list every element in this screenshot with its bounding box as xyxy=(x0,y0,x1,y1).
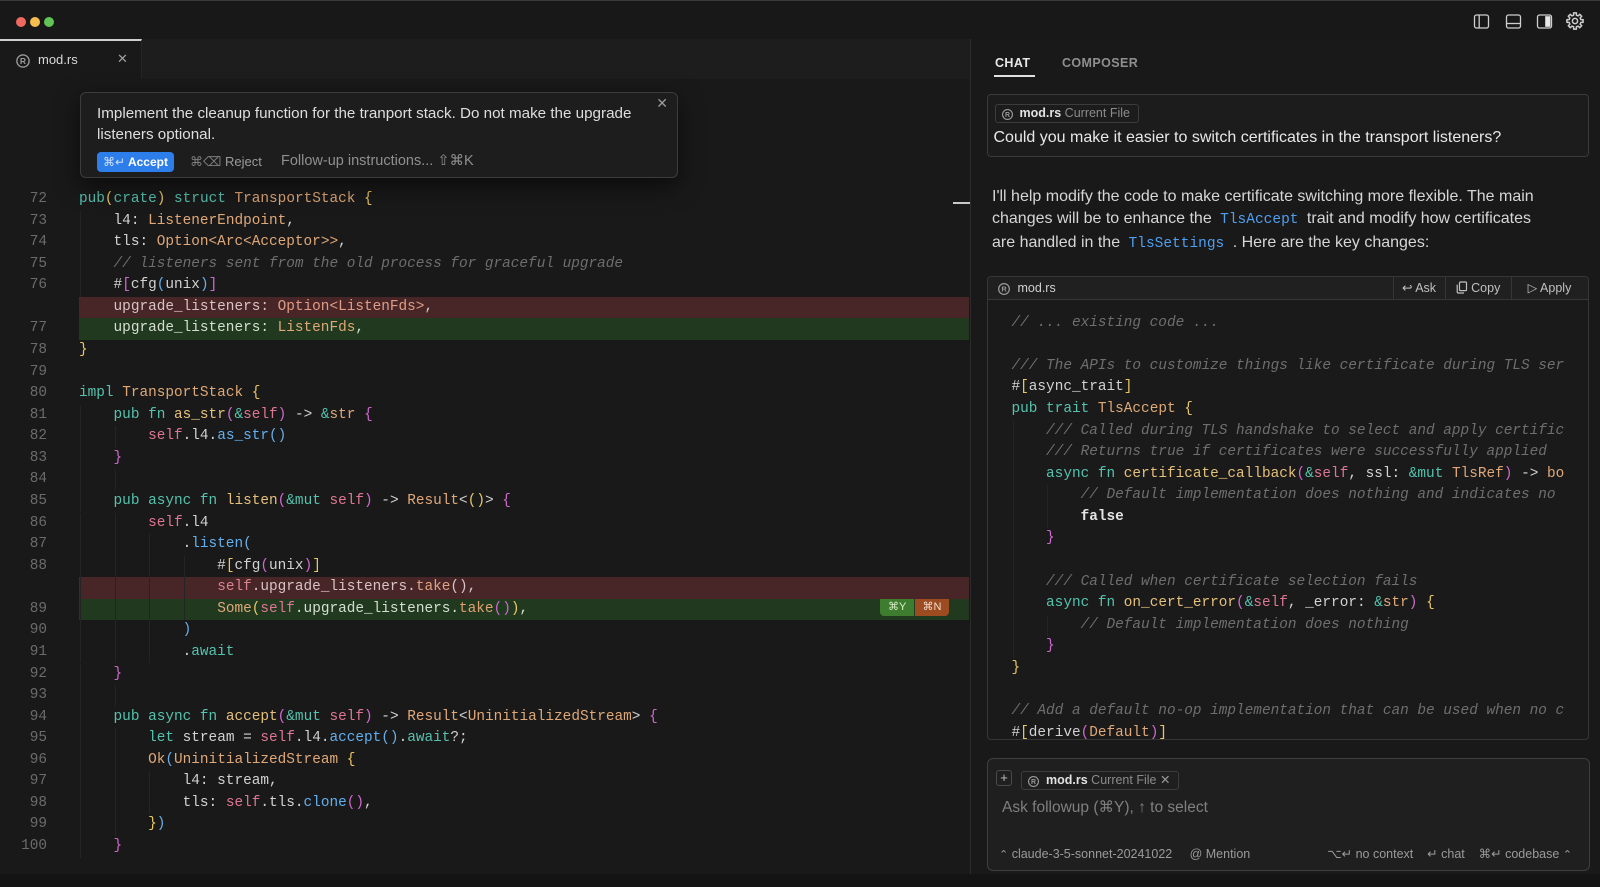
svg-text:R: R xyxy=(1005,112,1010,119)
svg-text:R: R xyxy=(20,56,26,66)
svg-text:R: R xyxy=(1031,779,1036,786)
svg-text:R: R xyxy=(1001,285,1007,294)
